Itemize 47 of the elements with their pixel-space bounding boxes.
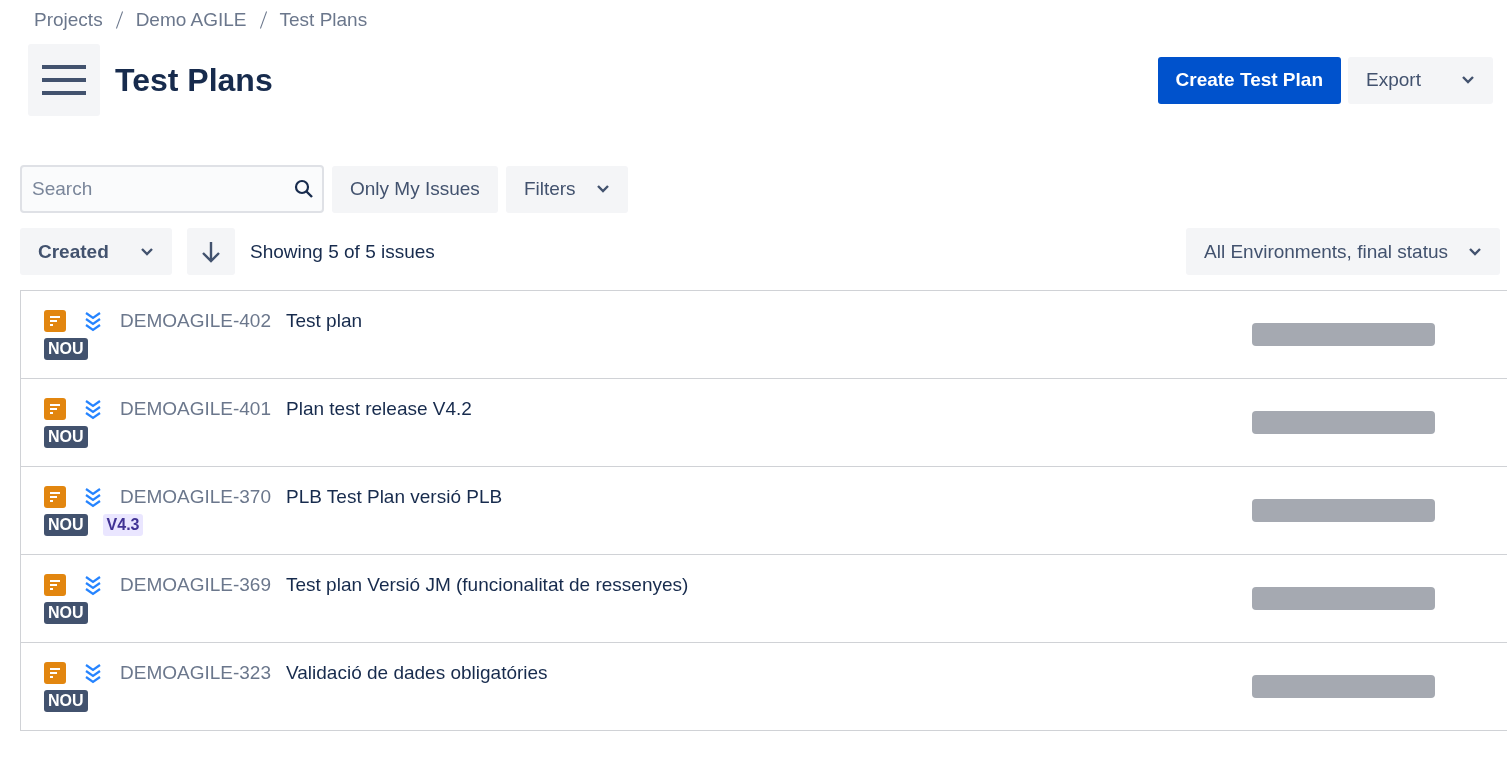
priority-lowest-icon	[83, 661, 103, 684]
status-tag: NOU	[44, 513, 88, 536]
issue-key-link[interactable]: DEMOAGILE-370	[120, 485, 271, 508]
only-my-issues-button[interactable]: Only My Issues	[332, 165, 498, 213]
issue-summary-link[interactable]: Validació de dades obligatóries	[286, 661, 548, 684]
test-plan-icon	[44, 661, 66, 684]
test-plan-icon	[44, 485, 66, 508]
priority-lowest-icon	[83, 485, 103, 508]
breadcrumb-link[interactable]: Projects	[34, 9, 103, 31]
status-tag: NOU	[44, 689, 88, 712]
issue-count: Showing 5 of 5 issues	[250, 240, 435, 263]
issue-summary-link[interactable]: Test plan Versió JM (funcionalitat de ressenyes)	[286, 573, 689, 596]
status-tag: NOU	[44, 601, 88, 624]
issue-summary-link[interactable]: Plan test release V4.2	[286, 397, 472, 420]
test-plan-icon	[44, 397, 66, 420]
filters-button[interactable]: Filters	[505, 165, 628, 213]
chevron-down-icon	[1468, 246, 1482, 257]
issue-key-link[interactable]: DEMOAGILE-401	[120, 397, 271, 420]
priority-lowest-icon	[83, 309, 103, 332]
export-button[interactable]: Export	[1348, 56, 1493, 104]
search-icon	[294, 179, 314, 199]
chevron-down-icon	[1461, 75, 1475, 85]
environment-dropdown[interactable]: All Environments, final status	[1186, 228, 1500, 275]
page-title: Test Plans	[115, 61, 273, 99]
breadcrumb-link[interactable]: Test Plans	[279, 9, 368, 31]
issue-summary-link[interactable]: Test plan	[286, 309, 363, 332]
chevron-down-icon	[595, 184, 610, 194]
test-plan-icon	[44, 573, 66, 596]
sort-order-button[interactable]	[187, 228, 235, 275]
menu-button[interactable]	[28, 44, 100, 116]
sort-dropdown[interactable]: Created	[20, 228, 172, 275]
status-tag: NOU	[44, 337, 88, 360]
menu-icon	[42, 63, 86, 97]
priority-lowest-icon	[83, 573, 103, 596]
test-plan-icon	[44, 309, 66, 332]
create-test-plan-button[interactable]: Create Test Plan	[1157, 56, 1341, 104]
status-tag: NOU	[44, 425, 88, 448]
issue-summary-link[interactable]: PLB Test Plan versió PLB	[286, 485, 503, 508]
arrow-down-icon	[201, 239, 221, 264]
chevron-down-icon	[140, 246, 154, 257]
issue-key-link[interactable]: DEMOAGILE-323	[120, 661, 271, 684]
search-field[interactable]: Search	[20, 165, 324, 213]
issue-key-link[interactable]: DEMOAGILE-402	[120, 309, 271, 332]
priority-lowest-icon	[83, 397, 103, 420]
breadcrumb-link[interactable]: Demo AGILE	[135, 9, 247, 31]
version-tag: V4.3	[102, 513, 144, 536]
issue-key-link[interactable]: DEMOAGILE-369	[120, 573, 271, 596]
